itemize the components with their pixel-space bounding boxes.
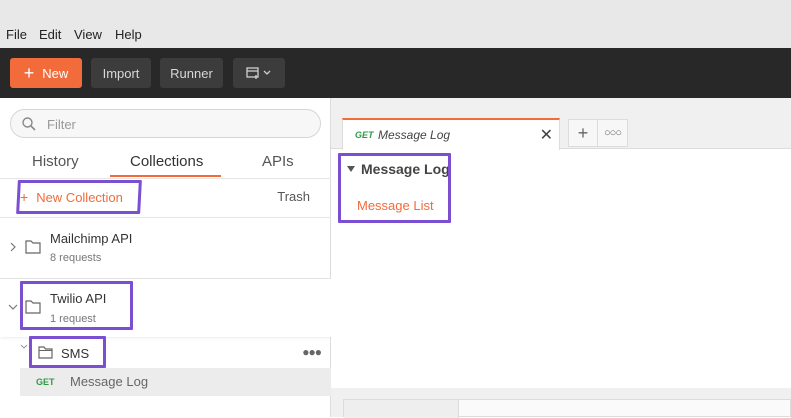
collection-name: Mailchimp API <box>50 231 133 246</box>
collection-icon <box>25 300 41 314</box>
folder-item-sms[interactable]: SMS ●●● <box>0 339 331 367</box>
folder-title: Message Log <box>361 161 450 177</box>
new-window-icon <box>246 67 271 79</box>
collection-count: 1 request <box>50 313 96 325</box>
method-badge: GET <box>355 130 374 140</box>
menu-edit[interactable]: Edit <box>39 27 61 42</box>
folder-name: SMS <box>61 346 90 361</box>
collection-name: Twilio API <box>50 291 107 306</box>
more-icon[interactable]: ●●● <box>302 345 322 359</box>
main-panel: GET Message Log ✕ + ○○○ Message Log Mess… <box>331 98 791 417</box>
plus-icon: + <box>577 122 589 143</box>
tab-apis[interactable]: APIs <box>262 153 294 170</box>
divider <box>0 178 331 179</box>
method-badge: GET <box>36 377 55 387</box>
filter-box[interactable] <box>10 109 321 138</box>
menu-help[interactable]: Help <box>115 27 142 42</box>
runner-button[interactable]: Runner <box>160 58 223 88</box>
trash-button[interactable]: Trash <box>277 189 310 204</box>
close-icon[interactable]: ✕ <box>540 125 553 145</box>
menu-view[interactable]: View <box>74 27 102 42</box>
tab-history[interactable]: History <box>32 153 79 170</box>
chevron-down-icon[interactable] <box>8 302 18 312</box>
collection-icon <box>25 240 41 254</box>
collection-item-mailchimp[interactable]: Mailchimp API 8 requests <box>0 218 331 278</box>
plus-icon: + <box>23 63 35 83</box>
collection-count: 8 requests <box>50 252 102 264</box>
plus-icon: + <box>20 189 29 205</box>
new-button-label: New <box>42 65 69 81</box>
url-bar-area <box>331 388 791 418</box>
tab-more-button[interactable]: ○○○ <box>598 119 628 147</box>
sidebar: History Collections APIs + New Collectio… <box>0 98 331 417</box>
caret-down-icon[interactable] <box>347 166 355 172</box>
folder-icon <box>38 346 53 359</box>
search-icon <box>22 117 36 131</box>
url-bar[interactable] <box>343 399 791 418</box>
new-window-button[interactable] <box>233 58 285 88</box>
request-item-message-log[interactable]: GET Message Log <box>20 368 331 396</box>
new-collection-button[interactable]: + New Collection <box>20 189 123 205</box>
add-tab-button[interactable]: + <box>568 119 598 147</box>
chevron-down-icon[interactable] <box>20 343 28 351</box>
request-tab-title: Message Log <box>378 128 451 142</box>
tab-collections[interactable]: Collections <box>130 153 203 170</box>
more-icon: ○○○ <box>604 127 622 139</box>
import-button[interactable]: Import <box>91 58 151 88</box>
new-button[interactable]: + New <box>10 58 82 88</box>
menu-bar: File Edit View Help <box>0 0 791 48</box>
chevron-right-icon[interactable] <box>8 242 18 252</box>
new-collection-label: New Collection <box>36 189 123 205</box>
toolbar: + New Import Runner <box>0 48 791 98</box>
active-tab-indicator <box>110 175 221 177</box>
collection-item-twilio[interactable]: Twilio API 1 request <box>0 279 331 337</box>
request-link[interactable]: Message List <box>357 198 434 213</box>
request-tab[interactable]: GET Message Log ✕ <box>342 118 560 150</box>
filter-input[interactable] <box>47 115 307 133</box>
menu-file[interactable]: File <box>6 27 27 42</box>
request-name: Message Log <box>70 374 149 389</box>
request-tab-bar: GET Message Log ✕ + ○○○ <box>331 98 791 150</box>
method-select[interactable] <box>344 400 459 418</box>
